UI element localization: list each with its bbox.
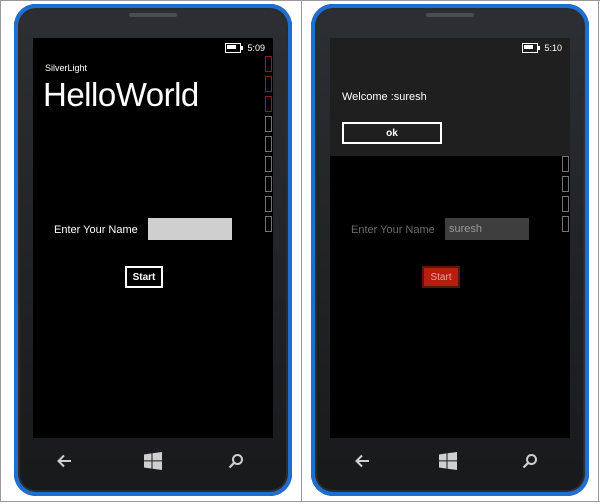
table-border-left: [0, 0, 1, 502]
table-border-bottom: [0, 501, 600, 502]
status-time: 5:10: [544, 43, 562, 53]
counter-cell: [265, 176, 272, 192]
phone-speaker: [426, 13, 474, 17]
name-input[interactable]: [148, 218, 232, 240]
counter-cell: [265, 56, 272, 72]
phone-speaker: [129, 13, 177, 17]
hardware-nav-bar: [311, 450, 589, 472]
ok-button[interactable]: ok: [342, 122, 442, 144]
search-icon: [228, 454, 243, 469]
counter-cell: [265, 96, 272, 112]
message-text: Welcome :suresh: [342, 91, 427, 103]
phone-right: Enter Your Name Start 5:10 Welcome :sure…: [311, 4, 589, 496]
battery-icon: [225, 43, 244, 53]
counter-cell: [562, 156, 569, 172]
table-border-right: [598, 0, 599, 502]
phone-left: 5:09 SilverLight HelloWorld Enter Your N…: [14, 4, 292, 496]
counter-cell: [562, 196, 569, 212]
back-arrow-icon: [355, 454, 369, 468]
windows-start-button[interactable]: [142, 450, 164, 472]
counter-cell: [265, 76, 272, 92]
status-bar: 5:10: [522, 42, 562, 54]
windows-logo-icon: [144, 452, 162, 470]
counter-cell: [562, 216, 569, 232]
phone-screen: 5:09 SilverLight HelloWorld Enter Your N…: [33, 38, 273, 438]
hardware-nav-bar: [14, 450, 292, 472]
status-bar: 5:09: [225, 42, 265, 54]
back-button[interactable]: [351, 450, 373, 472]
windows-logo-icon: [439, 452, 457, 470]
message-box: 5:10 Welcome :suresh ok: [330, 38, 570, 156]
start-button[interactable]: Start: [422, 266, 460, 288]
battery-icon: [522, 43, 541, 53]
counter-cell: [562, 176, 569, 192]
search-icon: [522, 454, 537, 469]
search-button[interactable]: [519, 450, 541, 472]
counter-cell: [265, 196, 272, 212]
counter-cell: [265, 216, 272, 232]
phone-screen: Enter Your Name Start 5:10 Welcome :sure…: [330, 38, 570, 438]
counter-cell: [265, 136, 272, 152]
frame-rate-counters: [265, 56, 273, 246]
name-label: Enter Your Name: [54, 224, 138, 236]
windows-start-button[interactable]: [437, 450, 459, 472]
app-title: SilverLight: [45, 63, 88, 73]
name-input[interactable]: [445, 218, 529, 240]
table-border-top: [0, 0, 600, 1]
frame-rate-counters: [562, 156, 570, 246]
status-time: 5:09: [247, 43, 265, 53]
search-button[interactable]: [225, 450, 247, 472]
start-button[interactable]: Start: [125, 266, 163, 288]
counter-cell: [265, 156, 272, 172]
page-title: HelloWorld: [43, 76, 199, 113]
back-arrow-icon: [57, 454, 71, 468]
name-label: Enter Your Name: [351, 224, 435, 236]
table-border-middle: [301, 0, 302, 502]
back-button[interactable]: [53, 450, 75, 472]
counter-cell: [265, 116, 272, 132]
